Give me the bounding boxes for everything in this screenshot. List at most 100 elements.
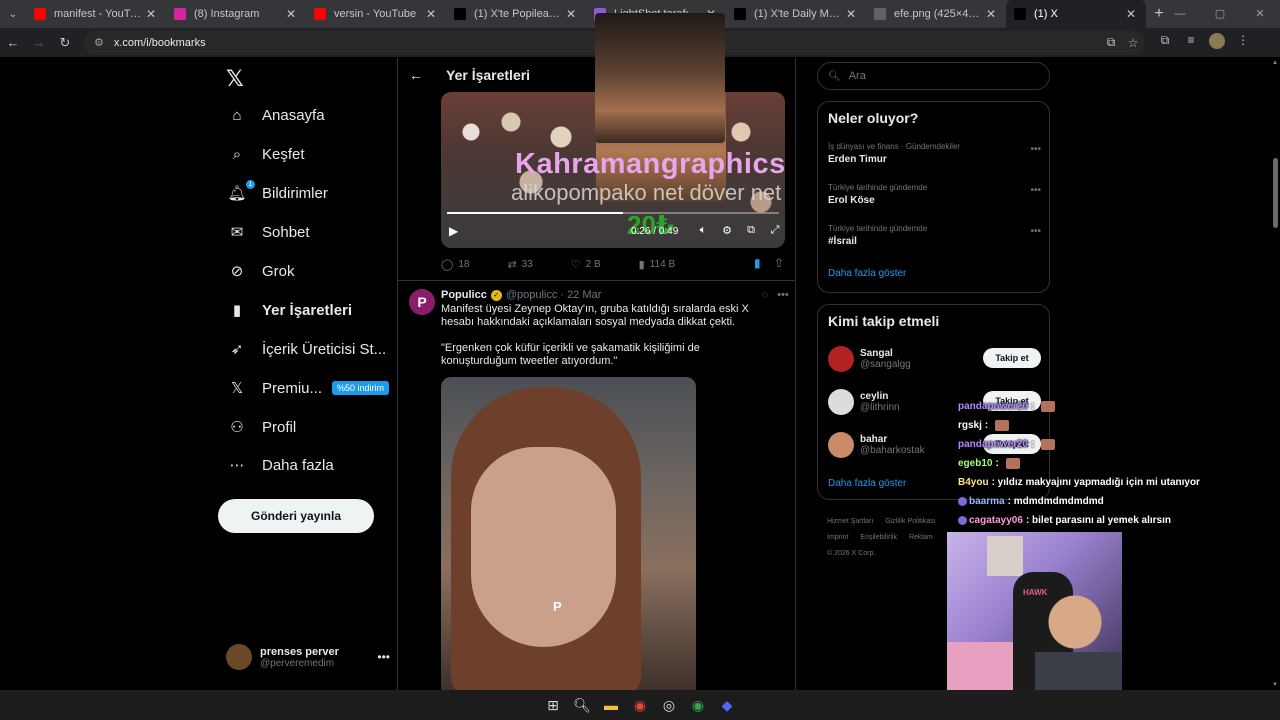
menu-kebab-icon[interactable]: ⋮ [1230,33,1256,52]
share-icon[interactable]: ⇧ [774,256,784,270]
trend-item[interactable]: Türkiye tarihinde gündemde #İsrail ••• [828,224,1041,247]
x-logo-icon[interactable]: 𝕏 [226,66,244,92]
retweet-button[interactable]: ⇄ 33 [507,258,532,271]
site-info-icon[interactable]: ⚙ [94,36,104,49]
follow-show-more[interactable]: Daha fazla göster [828,478,906,489]
tweet-avatar[interactable]: P [409,289,435,315]
obs-icon[interactable]: ◎ [655,697,684,714]
scroll-thumb[interactable] [1273,158,1278,228]
account-switcher[interactable]: prenses perver @perveremedim ••• [226,642,396,672]
footer-link[interactable]: Erişilebilirlik [860,534,897,541]
reload-icon[interactable]: ↻ [52,35,78,51]
bell-icon: 🔔︎ 1 [226,180,255,204]
follow-suggestion[interactable]: Sangal @sangalgg Takip et [828,342,1041,376]
browser-tab[interactable]: manifest - YouTube ✕ [26,0,166,28]
more-dots-icon[interactable]: ••• [1030,226,1041,237]
close-tab-icon[interactable]: ✕ [284,7,298,21]
more-dots-icon[interactable]: ••• [1030,185,1041,196]
trend-item[interactable]: İş dünyası ve finans · Gündemdekiler Erde… [828,142,1041,165]
browser-tab[interactable]: (8) Instagram ✕ [166,0,306,28]
close-tab-icon[interactable]: ✕ [844,7,858,21]
close-tab-icon[interactable]: ✕ [564,7,578,21]
follow-button[interactable]: Takip et [983,348,1041,368]
nav-item-rocket[interactable]: ➶ İçerik Üreticisi St... [226,334,386,364]
nav-item-bookmark[interactable]: ▮ Yer İşaretleri [226,295,352,325]
reading-list-icon[interactable]: ≡ [1178,33,1204,52]
nav-item-x-premium[interactable]: 𝕏 Premiu... %50 indirim [226,373,390,403]
scroll-down-icon[interactable]: ▼ [1272,682,1278,688]
more-dots-icon[interactable]: ••• [377,650,390,664]
back-arrow-icon[interactable]: ← [0,35,26,50]
chrome-icon[interactable]: ◉ [626,697,655,714]
views-button[interactable]: ▮ 114 B [639,258,675,271]
nav-label: Yer İşaretleri [262,301,353,319]
profile-avatar[interactable] [1204,33,1230,52]
avatar[interactable] [828,346,854,372]
cast-icon[interactable]: ⧉ [1100,35,1122,50]
close-tab-icon[interactable]: ✕ [144,7,158,21]
nav-item-mail[interactable]: ✉ Sohbet [226,217,310,247]
footer-link[interactable]: Gizlilik Politikası [885,518,935,525]
avatar[interactable] [828,389,854,415]
close-tab-icon[interactable]: ✕ [1124,7,1138,21]
browser-tab[interactable]: (1) X'te Popileaks: "Selena✕ [446,0,586,28]
maximize-icon[interactable]: ▢ [1200,0,1240,28]
url-text[interactable]: x.com/i/bookmarks [114,37,206,49]
trends-show-more[interactable]: Daha fazla göster [828,268,906,279]
close-window-icon[interactable]: ✕ [1240,0,1280,28]
page-title: Yer İşaretleri [446,67,531,83]
fullscreen-icon[interactable]: ⤢ [763,224,785,237]
nav-item-bell[interactable]: 🔔︎ 1 Bildirimler [226,178,328,208]
close-tab-icon[interactable]: ✕ [984,7,998,21]
back-arrow-icon[interactable]: ← [398,67,434,83]
reply-button[interactable]: ◯ 18 [441,258,469,271]
post-button[interactable]: Gönderi yayınla [218,499,374,533]
footer-link[interactable]: Hizmet Şartları [827,518,873,525]
forward-arrow-icon[interactable]: → [26,35,52,50]
windows-start-icon[interactable]: ⊞ [539,697,568,714]
chat-username: pandapower20 [958,401,1029,412]
bookmark-filled-icon[interactable]: ▮ [754,256,761,270]
footer-link[interactable]: Reklam [909,534,933,541]
rocket-icon: ➶ [230,341,244,358]
volume-icon[interactable]: 🔈︎ [691,224,715,237]
avatar[interactable] [828,432,854,458]
tab-search-dropdown[interactable]: ⌄ [0,0,26,28]
scroll-up-icon[interactable]: ▲ [1272,60,1278,66]
page-scrollbar[interactable]: ▲ ▼ [1270,58,1280,690]
windows-taskbar: ⊞ 🔍︎ ▬ ◉ ◎ ◉ ◆ [0,690,1280,720]
nav-item-home[interactable]: ⌂ Anasayfa [226,100,324,130]
minimize-icon[interactable]: — [1160,0,1200,28]
browser-tab[interactable]: versin - YouTube ✕ [306,0,446,28]
search-icon[interactable]: 🔍︎ [568,697,597,714]
more-dots-icon[interactable]: ••• [1030,144,1041,155]
tweet-author-name[interactable]: Populicc [441,289,487,301]
discord-icon[interactable]: ◆ [713,697,742,714]
like-button[interactable]: ♡ 2 B [571,258,601,271]
nav-item-search[interactable]: ⌕ Keşfet [226,139,305,169]
extensions-icon[interactable]: ⧉ [1152,33,1178,52]
browser-tab[interactable]: efe.png (425×491) ✕ [866,0,1006,28]
browser-tab[interactable]: (1) X'te Daily Magazin: "M✕ [726,0,866,28]
play-icon[interactable]: ▶ [449,224,458,238]
browser-tab[interactable]: (1) X ✕ [1006,0,1146,28]
chat-username: egeb10 [958,458,993,469]
chrome-icon[interactable]: ◉ [684,697,713,714]
nav-item-person[interactable]: ⚇ Profil [226,412,296,442]
video-progress-bar[interactable] [447,212,779,214]
settings-gear-icon[interactable]: ⚙ [715,224,739,237]
star-icon[interactable]: ☆ [1122,36,1144,50]
nav-item-more-circle[interactable]: ⋯ Daha fazla [226,450,334,480]
footer-link[interactable]: Imprint [827,534,848,541]
tweet-media-image[interactable]: P [441,377,696,690]
tweet-handle-date[interactable]: @populicc · 22 Mar [506,289,602,301]
footer-link[interactable]: © 2026 X Corp. [827,550,875,557]
trend-item[interactable]: Türkiye tarihinde gündemde Erol Köse ••• [828,183,1041,206]
more-dots-icon[interactable]: ••• [774,289,792,301]
file-explorer-icon[interactable]: ▬ [597,697,626,713]
grok-icon[interactable]: ◌ [756,289,774,301]
search-input[interactable]: 🔍︎ Ara [817,62,1050,90]
close-tab-icon[interactable]: ✕ [424,7,438,21]
nav-item-grok[interactable]: ⊘ Grok [226,256,295,286]
pip-icon[interactable]: ⧉ [739,224,763,237]
